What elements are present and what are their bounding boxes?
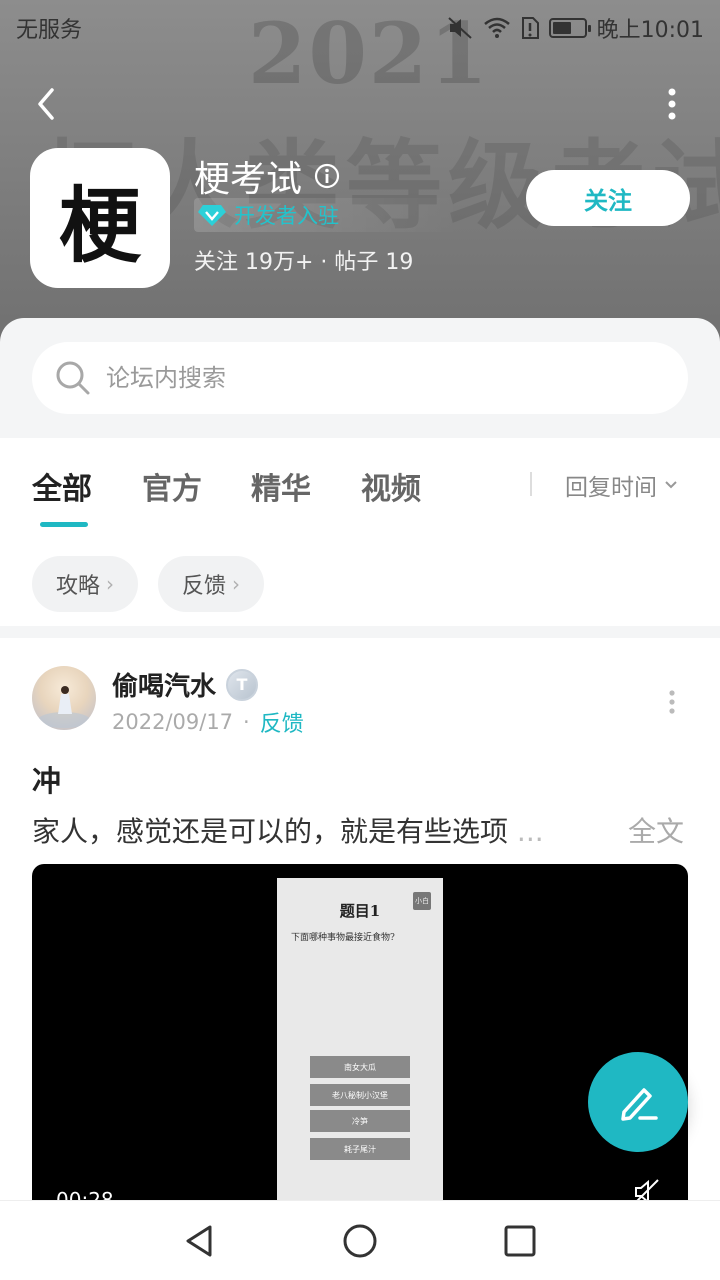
- diamond-icon: [198, 205, 226, 226]
- nav-back-button[interactable]: [180, 1221, 220, 1261]
- video-frame-option: 耗子尾汁: [310, 1138, 410, 1160]
- forum-header: 2021 梗人类等级考试 无服务 晚上10:01 梗 梗考试 开发者入驻 关注 …: [0, 0, 720, 360]
- video-frame-question: 下面哪种事物最接近食物?: [291, 933, 395, 943]
- search-box[interactable]: [32, 342, 688, 414]
- pen-icon: [621, 1088, 658, 1121]
- post-meta: 2022/09/17 · 反馈: [112, 706, 304, 738]
- follow-button[interactable]: 关注: [526, 170, 690, 226]
- compose-post-button[interactable]: [588, 1052, 688, 1152]
- info-icon[interactable]: [314, 163, 340, 189]
- search-section: [0, 318, 720, 438]
- back-button[interactable]: [28, 84, 68, 124]
- video-frame-tag: 小白: [413, 892, 431, 910]
- sort-divider: [530, 472, 532, 496]
- tab-bar: 全部 官方 精华 视频 回复时间: [0, 438, 720, 538]
- forum-title-text: 梗考试: [194, 159, 303, 200]
- filter-chips: 攻略 › 反馈 ›: [0, 538, 720, 626]
- square-recents-icon: [504, 1225, 536, 1257]
- clock: 晚上10:01: [596, 18, 704, 43]
- filter-chip-feedback[interactable]: 反馈 ›: [158, 556, 265, 612]
- chevron-left-icon: [38, 88, 54, 120]
- tab-video[interactable]: 视频: [361, 464, 421, 508]
- forum-logo: 梗: [30, 148, 170, 288]
- chevron-right-icon: ›: [106, 572, 115, 596]
- sort-label: 回复时间: [565, 475, 657, 501]
- status-bar: 无服务 晚上10:01: [0, 0, 720, 50]
- post-author-name: 偷喝汽水: [112, 672, 217, 702]
- battery-fill: [552, 22, 571, 34]
- mute-icon: [447, 16, 473, 40]
- avatar-image: [38, 686, 90, 728]
- battery-icon: [548, 18, 591, 38]
- avatar[interactable]: [32, 666, 96, 730]
- more-options-button[interactable]: [662, 86, 682, 126]
- post-ellipsis: ...: [516, 815, 544, 848]
- chevron-right-icon: ›: [232, 572, 241, 596]
- active-tab-indicator: [40, 522, 88, 527]
- search-icon: [56, 361, 90, 395]
- video-frame-option: 老八秘制小汉堡: [310, 1084, 410, 1106]
- more-vertical-icon: [669, 690, 675, 714]
- carrier-status: 无服务: [16, 18, 83, 43]
- read-more-link[interactable]: 全文: [628, 810, 684, 850]
- sort-dropdown[interactable]: 回复时间: [565, 468, 679, 502]
- tab-all[interactable]: 全部: [32, 464, 92, 508]
- forum-title: 梗考试: [194, 150, 340, 202]
- video-player[interactable]: 题目1 小白 下面哪种事物最接近食物? 南女大瓜 老八秘制小汉堡 冷笋 耗子尾汁…: [32, 864, 688, 1204]
- system-navigation-bar: [0, 1200, 720, 1280]
- circle-home-icon: [343, 1224, 377, 1258]
- post-title[interactable]: 冲: [32, 758, 61, 800]
- post-date: 2022/09/17: [112, 710, 234, 734]
- tab-featured[interactable]: 精华: [251, 464, 311, 508]
- level-badge: T: [226, 668, 259, 701]
- post-body-text: 家人，感觉还是可以的，就是有些选项: [32, 815, 509, 848]
- filter-chip-guide[interactable]: 攻略 ›: [32, 556, 139, 612]
- video-frame: 题目1 小白 下面哪种事物最接近食物? 南女大瓜 老八秘制小汉堡 冷笋 耗子尾汁: [277, 878, 443, 1204]
- triangle-back-icon: [186, 1225, 212, 1257]
- tab-official[interactable]: 官方: [142, 464, 202, 508]
- chevron-down-icon: [665, 481, 677, 489]
- nav-recents-button[interactable]: [500, 1221, 540, 1261]
- video-frame-option: 冷笋: [310, 1110, 410, 1132]
- post-author[interactable]: 偷喝汽水 T: [112, 666, 259, 703]
- post-more-button[interactable]: [668, 690, 676, 714]
- more-vertical-icon: [668, 88, 676, 120]
- developer-badge[interactable]: 开发者入驻: [194, 198, 459, 232]
- filter-chip-label: 反馈: [182, 574, 227, 599]
- filter-chip-label: 攻略: [56, 574, 101, 599]
- video-frame-option: 南女大瓜: [310, 1056, 410, 1078]
- meta-separator: ·: [243, 710, 250, 734]
- wifi-icon: [483, 17, 511, 39]
- forum-stats: 关注 19万+ · 帖子 19: [194, 250, 414, 275]
- developer-badge-label: 开发者入驻: [234, 204, 339, 228]
- sim-alert-icon: [521, 16, 539, 40]
- post-category[interactable]: 反馈: [260, 706, 304, 738]
- post-body[interactable]: 家人，感觉还是可以的，就是有些选项 ... 全文: [32, 810, 688, 850]
- nav-home-button[interactable]: [340, 1221, 380, 1261]
- search-input[interactable]: [106, 364, 606, 392]
